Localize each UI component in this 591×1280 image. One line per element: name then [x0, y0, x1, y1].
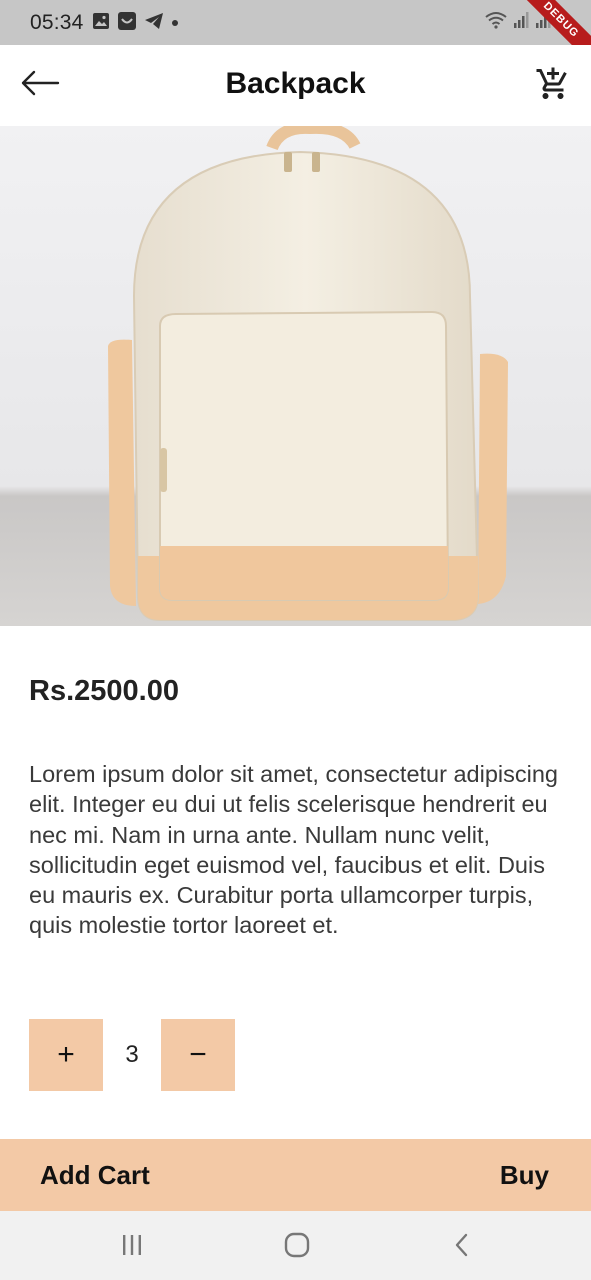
dot-icon: [171, 14, 179, 32]
product-price: Rs.2500.00: [29, 675, 179, 707]
home-button[interactable]: [277, 1232, 317, 1263]
decrement-button[interactable]: −: [161, 1019, 235, 1091]
add-shopping-cart-icon: [535, 66, 571, 107]
status-icons-left: [92, 11, 179, 36]
increment-button[interactable]: +: [29, 1019, 103, 1091]
recent-apps-button[interactable]: [112, 1233, 152, 1261]
telegram-icon: [144, 12, 164, 35]
wifi-icon: [485, 11, 507, 34]
backpack-image: [0, 126, 591, 626]
buy-button[interactable]: Buy: [500, 1160, 549, 1191]
recent-apps-icon: [120, 1234, 144, 1261]
product-description: Lorem ipsum dolor sit amet, consectetur …: [29, 761, 558, 939]
home-icon: [284, 1232, 310, 1263]
quantity-stepper: + 3 −: [29, 1019, 235, 1091]
system-nav-bar: [0, 1211, 591, 1280]
signal-icon: [513, 11, 529, 34]
chevron-left-icon: [454, 1233, 470, 1262]
back-nav-button[interactable]: [442, 1233, 482, 1261]
app-icon: [117, 11, 137, 36]
page-title: Backpack: [225, 67, 366, 100]
quantity-value: 3: [125, 1041, 139, 1068]
status-bar: 05:34 DEBUG: [0, 0, 591, 70]
status-time: 05:34: [30, 11, 84, 34]
add-to-cart-button[interactable]: [529, 62, 577, 110]
image-icon: [92, 12, 110, 35]
app-bar: Backpack: [0, 45, 591, 126]
bottom-action-bar: Add Cart Buy: [0, 1139, 591, 1211]
add-cart-button[interactable]: Add Cart: [40, 1160, 150, 1191]
